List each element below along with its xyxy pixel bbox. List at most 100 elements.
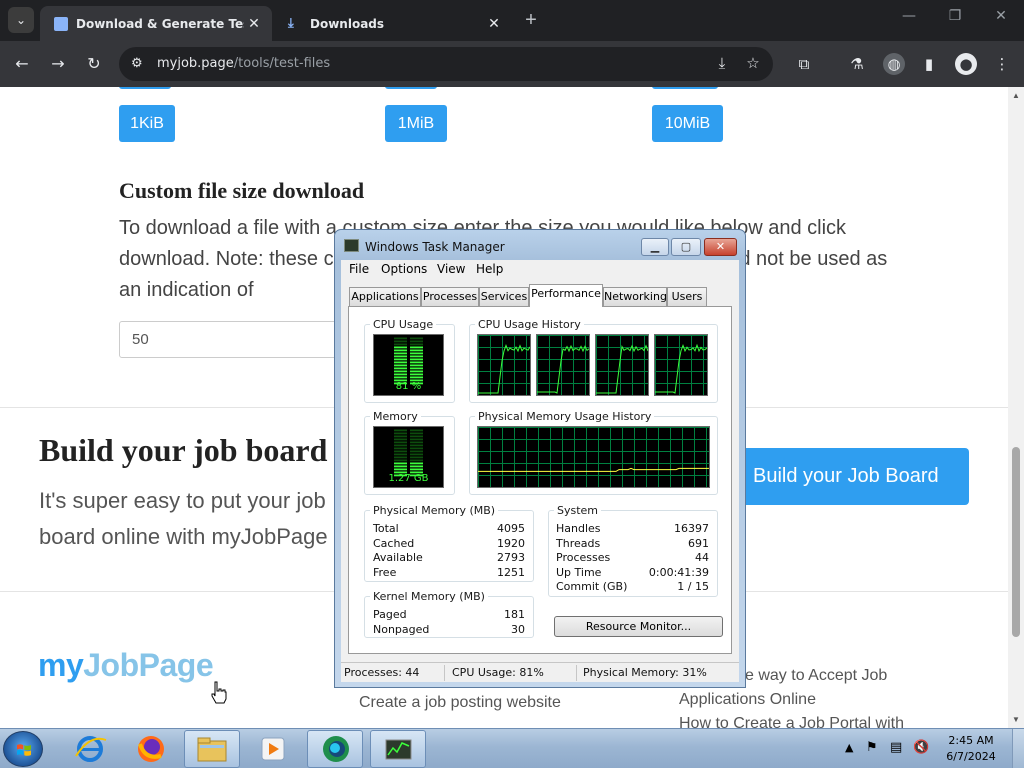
tm-maximize-button[interactable]: ▢ — [671, 238, 701, 256]
cpu-usage-label: CPU Usage — [370, 318, 437, 331]
tab-search-button[interactable]: ⌄ — [8, 7, 34, 33]
table-row: Cached 1920 — [373, 536, 525, 550]
media-player-icon — [261, 737, 285, 761]
taskbar-clock[interactable]: 2:45 AM 6/7/2024 — [937, 733, 1005, 765]
close-window-button[interactable]: ✕ — [989, 8, 1013, 24]
task-manager-title: Windows Task Manager — [365, 240, 505, 254]
taskbar-browser[interactable] — [307, 730, 363, 768]
menu-options[interactable]: Options — [381, 262, 427, 276]
size-button-partial[interactable] — [652, 87, 718, 89]
custom-size-input[interactable]: 50 — [119, 321, 349, 358]
browser-toolbar: ← → ↻ ⚙ myjob.page/tools/test-files ⤓ ☆ … — [0, 41, 1024, 87]
task-manager-window[interactable]: Windows Task Manager ▁ ▢ ✕ File Options … — [334, 229, 746, 688]
download-1mib-button[interactable]: 1MiB — [385, 105, 447, 142]
tray-volume-muted-icon[interactable]: 🔇 — [913, 740, 929, 755]
scroll-thumb[interactable] — [1012, 447, 1020, 637]
taskbar-internet-explorer[interactable] — [62, 730, 118, 768]
address-bar[interactable]: ⚙ myjob.page/tools/test-files ⤓ ☆ — [119, 47, 773, 81]
status-separator — [444, 665, 445, 681]
memory-group: Memory 1.27 GB — [364, 410, 455, 495]
table-row: Handles 16397 — [556, 522, 709, 535]
footer-link[interactable]: e way to Accept Job — [745, 667, 887, 685]
kernel-memory-label: Kernel Memory (MB) — [370, 590, 488, 603]
scroll-down-icon[interactable]: ▼ — [1011, 715, 1021, 724]
status-separator — [576, 665, 577, 681]
forward-icon[interactable]: → — [46, 52, 70, 76]
tab-networking[interactable]: Networking — [603, 287, 667, 306]
footer-link[interactable]: Create a job posting website — [359, 694, 561, 712]
tab-applications[interactable]: Applications — [349, 287, 421, 306]
memory-value: 1.27 GB — [388, 473, 429, 484]
site-info-icon[interactable]: ⚙ — [131, 55, 143, 71]
cpu-usage-value: 81 % — [395, 381, 422, 392]
memory-history-label: Physical Memory Usage History — [475, 410, 655, 423]
build-board-heading: Build your job board — [39, 432, 328, 468]
memory-label: Memory — [370, 410, 421, 423]
bookmark-star-icon[interactable]: ☆ — [742, 52, 764, 74]
reload-icon[interactable]: ↻ — [82, 52, 106, 76]
cpu-history-graph-1 — [477, 334, 531, 396]
tab-downloads[interactable]: ⤓ Downloads ✕ — [274, 6, 512, 41]
size-button-partial[interactable] — [385, 87, 437, 89]
tray-network-icon[interactable]: ▤ — [890, 740, 902, 755]
cpu-usage-bar — [394, 337, 423, 385]
tm-minimize-button[interactable]: ▁ — [641, 238, 669, 256]
extension-globe-icon[interactable]: ◍ — [883, 53, 905, 75]
tab-services[interactable]: Services — [479, 287, 529, 306]
cpu-history-label: CPU Usage History — [475, 318, 584, 331]
tab-test-files[interactable]: Download & Generate Test Fil ✕ — [40, 6, 272, 41]
page-scrollbar[interactable]: ▲ ▼ — [1008, 87, 1024, 728]
tab-processes[interactable]: Processes — [421, 287, 479, 306]
labs-flask-icon[interactable]: ⚗ — [846, 53, 868, 75]
menu-file[interactable]: File — [349, 262, 369, 276]
task-manager-icon — [385, 739, 412, 760]
performance-panel: CPU Usage 81 % CPU Usage History Memory — [348, 306, 732, 654]
extensions-icon[interactable]: ⧉ — [793, 53, 815, 75]
table-row: Up Time 0:00:41:39 — [556, 565, 709, 579]
footer-link[interactable]: How to Create a Job Portal with — [679, 715, 904, 728]
show-desktop-button[interactable] — [1012, 729, 1024, 768]
download-icon[interactable]: ⤓ — [711, 52, 733, 74]
footer-link[interactable]: Applications Online — [679, 691, 816, 709]
new-tab-button[interactable]: + — [520, 9, 542, 32]
table-row: Paged 181 — [373, 608, 525, 621]
system-table: Handles 16397 Threads 691 Processes 44 Up T… — [556, 522, 709, 595]
start-button[interactable] — [3, 731, 43, 767]
tab-title: Download & Generate Test Fil — [76, 16, 244, 31]
tab-performance[interactable]: Performance — [529, 284, 603, 307]
tab-users[interactable]: Users — [667, 287, 707, 306]
custom-size-heading: Custom file size download — [119, 178, 365, 203]
restore-button[interactable]: ❐ — [943, 8, 967, 24]
menu-view[interactable]: View — [437, 262, 465, 276]
physical-memory-table: Total 4095 Cached 1920 Available 2793 Free 1… — [373, 522, 525, 580]
taskbar-media-player[interactable] — [245, 730, 301, 768]
tray-flag-icon[interactable]: ⚑ — [866, 740, 878, 755]
myjobpage-logo[interactable]: myJobPage — [38, 647, 214, 684]
resource-monitor-button[interactable]: Resource Monitor... — [554, 616, 723, 637]
menu-help[interactable]: Help — [476, 262, 503, 276]
download-10mib-button[interactable]: 10MiB — [652, 105, 723, 142]
task-manager-titlebar[interactable]: Windows Task Manager ▁ ▢ ✕ — [335, 230, 745, 258]
download-1kib-button[interactable]: 1KiB — [119, 105, 175, 142]
folder-icon — [197, 737, 227, 762]
scroll-up-icon[interactable]: ▲ — [1011, 91, 1021, 100]
table-row: Nonpaged 30 — [373, 622, 525, 636]
taskbar-firefox[interactable] — [123, 730, 179, 768]
taskbar-file-explorer[interactable] — [184, 730, 240, 768]
tm-close-button[interactable]: ✕ — [704, 238, 737, 256]
kernel-memory-group: Kernel Memory (MB) Paged 181 Nonpaged 30 — [364, 590, 534, 638]
build-job-board-button[interactable]: Build your Job Board — [738, 448, 969, 505]
minimize-button[interactable]: — — [897, 8, 921, 24]
tab-close-icon[interactable]: ✕ — [244, 16, 264, 32]
cpu-history-graph-4 — [654, 334, 708, 396]
tab-close-icon[interactable]: ✕ — [484, 16, 504, 32]
profile-avatar-icon[interactable]: ● — [955, 53, 977, 75]
url-text[interactable]: myjob.page/tools/test-files — [157, 56, 330, 71]
tray-show-hidden-icon[interactable]: ▲ — [845, 741, 853, 754]
menu-kebab-icon[interactable]: ⋮ — [991, 53, 1013, 75]
side-panel-icon[interactable]: ▮ — [918, 53, 940, 75]
size-button-partial[interactable] — [119, 87, 171, 89]
table-row: Free 1251 — [373, 565, 525, 579]
back-icon[interactable]: ← — [10, 52, 34, 76]
taskbar-task-manager[interactable] — [370, 730, 426, 768]
